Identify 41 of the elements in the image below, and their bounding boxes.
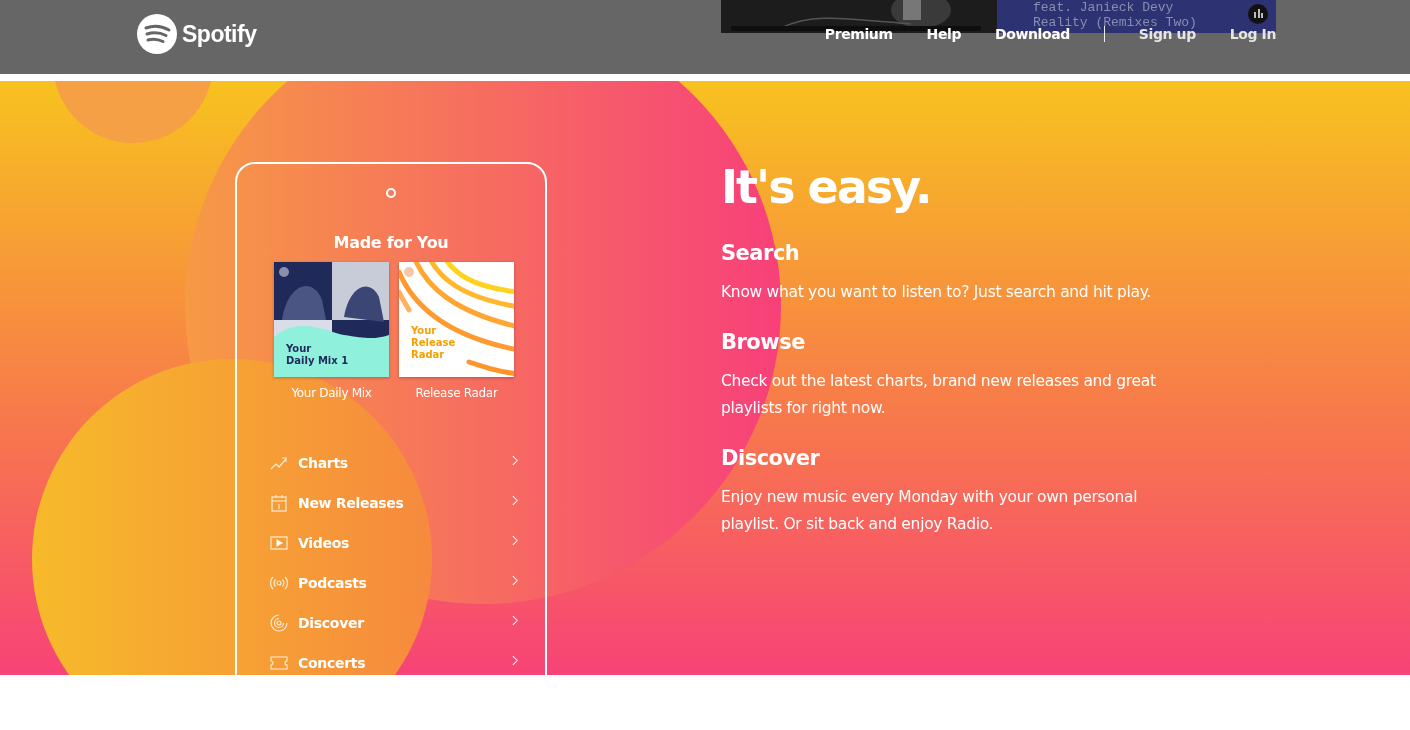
playlist-caption: Your Daily Mix bbox=[291, 386, 372, 400]
feature-heading: Discover bbox=[721, 445, 821, 472]
menu-label: Videos bbox=[298, 535, 351, 551]
feature-text: Check out the latest charts, brand new releases and great playlists for right now. bbox=[721, 371, 1157, 419]
section-heading: Made for You bbox=[333, 233, 449, 252]
menu-item[interactable]: New Releases bbox=[270, 483, 519, 523]
play-icon bbox=[270, 534, 288, 552]
trend-chart-icon bbox=[270, 454, 288, 472]
cover-title: Your Daily Mix 1 bbox=[286, 343, 349, 367]
ticket-icon bbox=[270, 654, 288, 672]
camera-icon bbox=[386, 188, 396, 198]
feature-heading: Search bbox=[721, 240, 801, 267]
badge-icon bbox=[1248, 4, 1268, 24]
chevron-icon bbox=[512, 575, 519, 586]
chevron-icon bbox=[512, 535, 519, 546]
feature-text: Enjoy new music every Monday with your own personal playlist. Or sit back and enjoy Radio. bbox=[721, 487, 1139, 535]
nav-link[interactable]: Premium bbox=[824, 24, 893, 44]
logo-icon bbox=[137, 14, 177, 54]
chevron-icon bbox=[512, 655, 519, 666]
menu-label: Charts bbox=[298, 455, 349, 471]
logo[interactable]: Spotify bbox=[137, 14, 257, 54]
track-album: Reality (Remixes Two) bbox=[1033, 15, 1197, 30]
chevron-icon bbox=[512, 615, 519, 626]
page-title: It's easy. bbox=[721, 159, 932, 215]
track-artist: feat. Janieck Devy bbox=[1033, 0, 1175, 15]
menu-label: New Releases bbox=[298, 495, 405, 511]
menu-label: Concerts bbox=[298, 655, 367, 671]
calendar-icon bbox=[270, 494, 288, 512]
nav-link[interactable]: Help bbox=[926, 24, 961, 44]
broadcast-icon bbox=[270, 574, 288, 592]
feature-heading: Browse bbox=[721, 329, 806, 356]
chevron-icon bbox=[512, 455, 519, 466]
playlist-caption: Release Radar bbox=[415, 386, 498, 400]
cover-title: Your Release Radar bbox=[411, 325, 456, 361]
nav-link[interactable]: Log In bbox=[1229, 24, 1276, 44]
feature-text: Know what you want to listen to? Just search and hit play. bbox=[721, 282, 1152, 303]
logo-text: Spotify bbox=[182, 20, 257, 48]
menu-label: Discover bbox=[298, 615, 365, 631]
chevron-icon bbox=[512, 495, 519, 506]
menu-label: Podcasts bbox=[298, 575, 368, 591]
radar-icon bbox=[270, 614, 288, 632]
